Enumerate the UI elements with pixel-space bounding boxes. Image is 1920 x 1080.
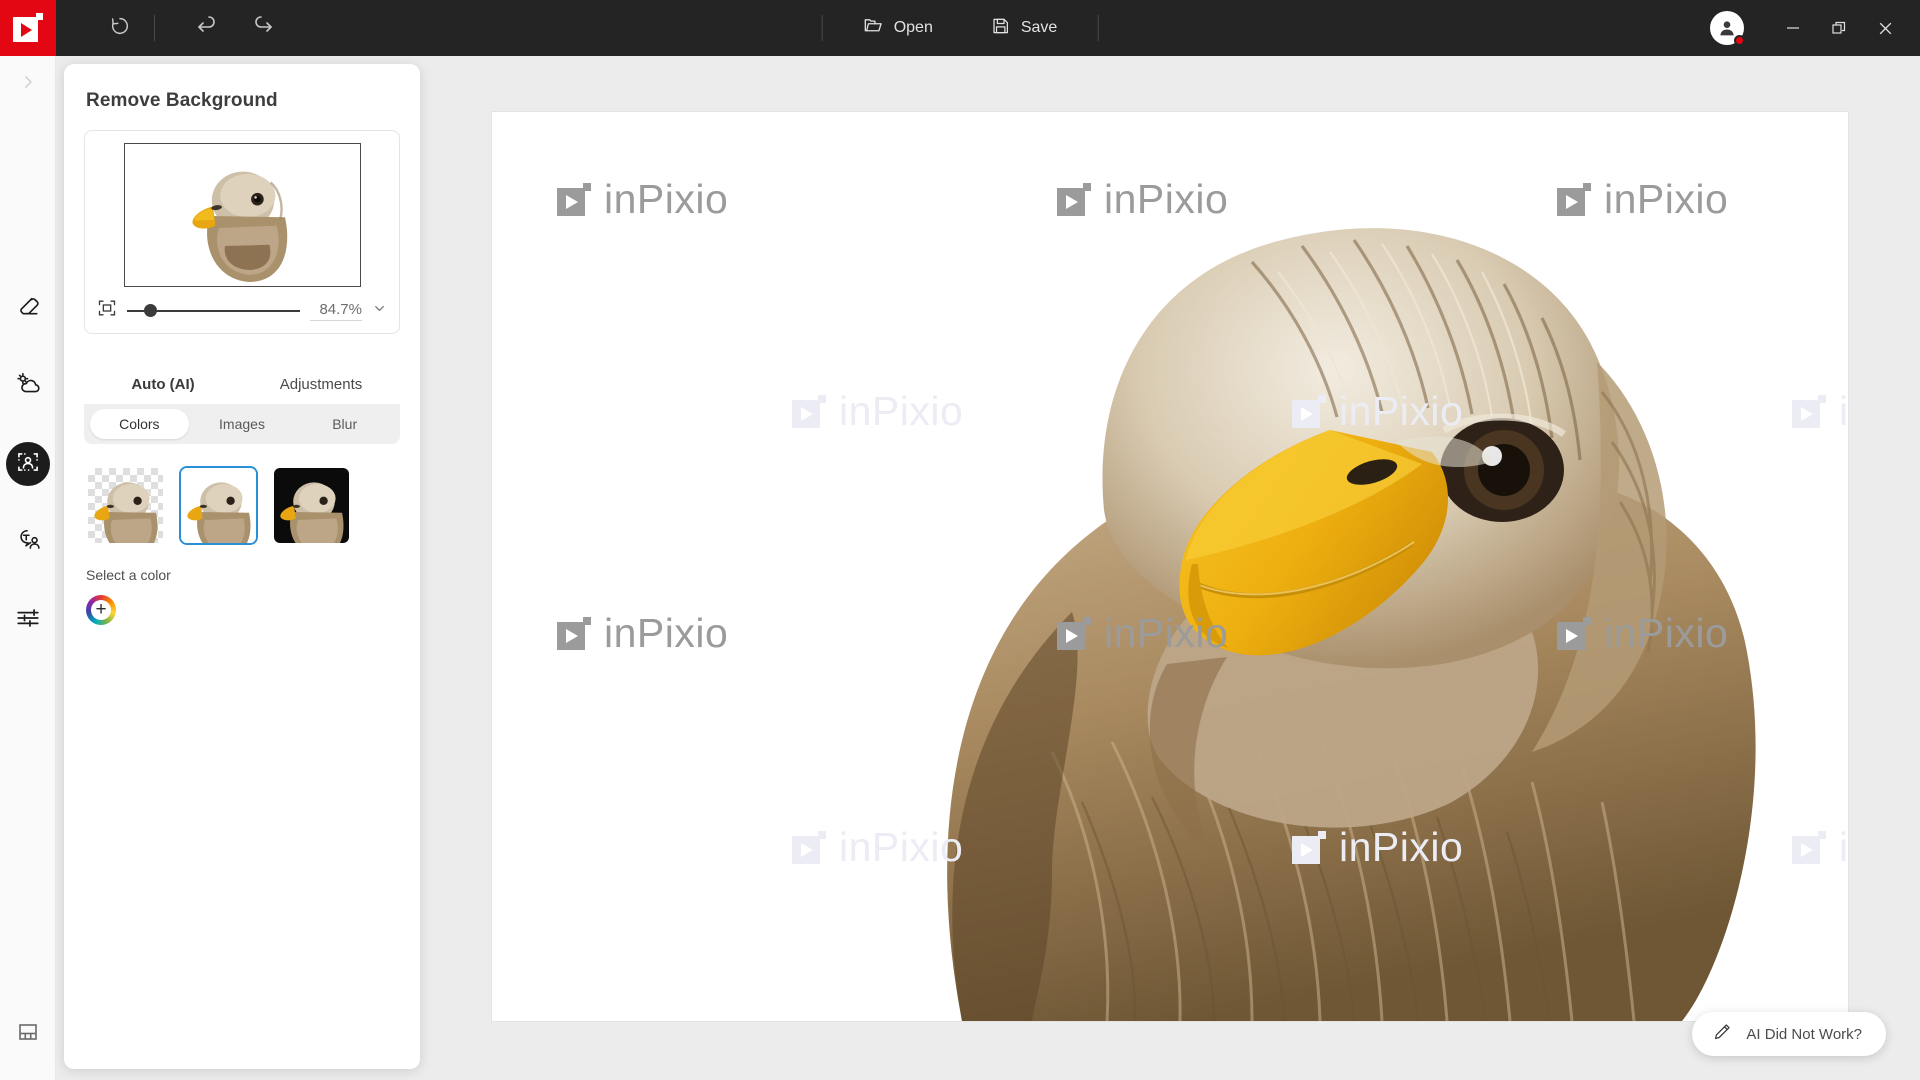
toolbar-divider [154,15,155,41]
background-thumbnail-list [84,466,400,545]
page-title: Remove Background [86,90,278,111]
tool-rail-bottom [0,1012,56,1056]
zoom-slider[interactable] [127,302,300,320]
tab-adjustments[interactable]: Adjustments [242,364,400,404]
remove-background-panel: Remove Background 84.7% Auto (AI) Adjust… [64,64,420,1069]
preview-card: 84.7% [84,130,400,334]
redo-arrow-icon [251,14,275,43]
inpixio-play-logo-icon [13,13,43,43]
zoom-slider-knob[interactable] [144,303,158,317]
sidebar-item-sky-replacement[interactable] [6,364,50,408]
subtab-colors[interactable]: Colors [90,409,189,439]
tool-rail [0,56,56,1080]
expand-rail-button[interactable] [0,56,56,112]
black-background-thumb[interactable] [272,466,351,545]
undo-arrow-icon [195,14,219,43]
tool-rail-items [0,286,56,642]
thumb-eagle-image [94,482,158,543]
thumb-eagle-image [187,482,251,543]
panel-sub-tabs: Colors Images Blur [84,404,400,444]
select-color-label: Select a color [86,567,171,583]
subtab-images[interactable]: Images [193,409,292,439]
plus-glyph: + [95,598,107,620]
eraser-icon [15,293,41,324]
ai-did-not-work-label: AI Did Not Work? [1746,1025,1862,1043]
notification-badge [1734,35,1745,46]
subtab-blur[interactable]: Blur [295,409,394,439]
save-button[interactable]: Save [973,10,1075,46]
sidebar-item-erase-object[interactable] [6,286,50,330]
app-logo [0,0,56,56]
layout-frame-icon [16,1020,40,1049]
person-cutout-icon [15,449,41,480]
open-button[interactable]: Open [845,10,951,46]
tab-auto-ai-label: Auto (AI) [131,375,195,393]
open-button-label: Open [893,19,933,36]
pencil-edit-icon [1712,1022,1732,1047]
sliders-icon [15,605,41,636]
window-controls-group [1710,0,1920,56]
close-button[interactable] [1862,0,1908,56]
panel-main-tabs: Auto (AI) Adjustments [84,364,400,404]
preview-eagle-image [124,144,360,286]
sky-cloud-icon [14,370,42,403]
editor-stage: inPixio inPixio inPixio inPixio inPixio … [440,56,1920,1080]
folder-open-icon [863,15,884,41]
eagle-photo [947,228,1756,1021]
color-wheel-plus-icon[interactable]: + [86,595,116,625]
sidebar-item-portrait[interactable] [6,520,50,564]
restore-button[interactable] [1816,0,1862,56]
white-background-thumb[interactable] [179,466,258,545]
preview-thumbnail[interactable] [123,143,361,287]
chevron-down-icon[interactable] [372,301,387,321]
undo-button[interactable] [179,0,235,56]
sidebar-item-adjustments[interactable] [6,598,50,642]
portrait-retouch-icon [15,526,42,558]
title-bar: Open Save [0,0,1920,56]
zoom-controls: 84.7% [97,298,387,323]
save-button-label: Save [1020,19,1058,36]
tab-adjustments-label: Adjustments [279,375,363,393]
subtab-blur-label: Blur [332,416,358,432]
file-actions-group: Open Save [816,0,1105,56]
account-button[interactable] [1710,11,1745,46]
chevron-right-icon [19,73,37,96]
sidebar-item-layout[interactable] [6,1012,50,1056]
floppy-disk-icon [991,16,1011,41]
redo-button[interactable] [235,0,291,56]
tab-auto-ai[interactable]: Auto (AI) [84,364,242,404]
subtab-colors-label: Colors [119,416,160,432]
transparent-background-thumb[interactable] [86,466,165,545]
image-canvas[interactable]: inPixio inPixio inPixio inPixio inPixio … [492,112,1848,1021]
zoom-level-value[interactable]: 84.7% [310,301,362,321]
thumb-eagle-image [280,482,344,543]
ai-did-not-work-button[interactable]: AI Did Not Work? [1692,1012,1886,1056]
fit-to-screen-icon[interactable] [97,298,117,323]
minimize-button[interactable] [1770,0,1816,56]
sidebar-item-remove-background[interactable] [6,442,50,486]
reset-rotate-icon [109,15,131,42]
subtab-images-label: Images [219,416,265,432]
reset-button[interactable] [92,0,148,56]
